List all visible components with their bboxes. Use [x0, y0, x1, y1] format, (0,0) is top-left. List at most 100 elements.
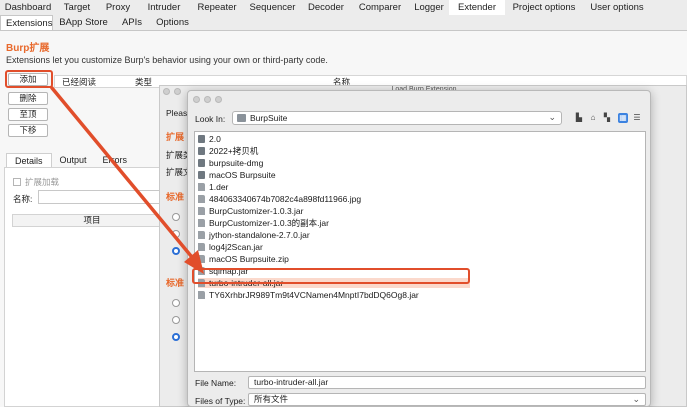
file-name: burpsuite-dmg — [209, 158, 264, 168]
standard-output-heading: 标准 — [166, 192, 185, 202]
name-field[interactable] — [38, 190, 172, 204]
look-in-select[interactable]: BurpSuite ⌄ — [232, 111, 562, 125]
file-icon — [198, 243, 205, 251]
column-type[interactable]: 类型 — [135, 76, 152, 88]
file-list: 2.0 2022+拷贝机 burpsuite-dmg macOS Burpsui… — [194, 131, 646, 372]
file-name: log4j2Scan.jar — [209, 242, 263, 252]
section-description: Extensions let you customize Burp's beha… — [6, 55, 328, 65]
up-folder-icon[interactable]: ▙ — [574, 113, 584, 123]
remove-button[interactable]: 删除 — [8, 92, 48, 105]
file-name: 1.der — [209, 182, 229, 192]
tab-intruder[interactable]: Intruder — [138, 0, 190, 15]
chevron-down-icon: ⌄ — [548, 112, 556, 122]
file-icon — [198, 195, 205, 203]
minimize-icon[interactable] — [204, 96, 211, 103]
list-item[interactable]: macOS Burpsuite — [198, 170, 276, 180]
tab-logger[interactable]: Logger — [409, 0, 449, 15]
file-name-label: File Name: — [195, 378, 237, 388]
tab-output[interactable]: Output — [52, 153, 95, 167]
list-item[interactable]: BurpCustomizer-1.0.3的副本.jar — [198, 218, 329, 228]
file-name: BurpCustomizer-1.0.3.jar — [209, 206, 304, 216]
folder-icon — [198, 171, 205, 179]
please-text: Pleas — [166, 108, 188, 118]
file-name: 2.0 — [209, 134, 221, 144]
error-radio-1[interactable] — [172, 299, 180, 307]
tab-repeater[interactable]: Repeater — [190, 0, 244, 15]
tab-target[interactable]: Target — [56, 0, 98, 15]
list-view-icon[interactable]: ▦ — [618, 113, 628, 123]
subtab-apis[interactable]: APIs — [114, 15, 150, 30]
move-top-button[interactable]: 至顶 — [8, 108, 48, 121]
standard-error-heading: 标准 — [166, 278, 185, 288]
list-item[interactable]: BurpCustomizer-1.0.3.jar — [198, 206, 303, 216]
move-down-button[interactable]: 下移 — [8, 124, 48, 137]
file-name: macOS Burpsuite — [209, 170, 276, 180]
output-radio-3[interactable] — [172, 247, 180, 255]
list-item[interactable]: jython-standalone-2.7.0.jar — [198, 230, 310, 240]
window-minimize-icon[interactable] — [174, 88, 181, 95]
window-close-icon[interactable] — [163, 88, 170, 95]
new-folder-icon[interactable]: ▚ — [602, 113, 612, 123]
list-item[interactable]: 2.0 — [198, 134, 221, 144]
file-name: 484063340674b7082c4a898fd11966.jpg — [209, 194, 362, 204]
section-title: Burp扩展 — [6, 43, 50, 54]
tab-comparer[interactable]: Comparer — [351, 0, 409, 15]
tab-errors[interactable]: Errors — [95, 153, 136, 167]
extension-loaded-label: 扩展加载 — [25, 177, 60, 187]
subtab-bapp-store[interactable]: BApp Store — [53, 15, 114, 30]
extension-details-heading: 扩展 — [166, 132, 185, 142]
files-of-type-select[interactable]: 所有文件 ⌄ — [248, 393, 646, 406]
look-in-label: Look In: — [195, 114, 226, 124]
subtab-extensions[interactable]: Extensions — [0, 15, 53, 30]
details-view-icon[interactable]: ☰ — [632, 113, 642, 123]
error-radio-3[interactable] — [172, 333, 180, 341]
folder-icon — [198, 159, 205, 167]
annotation-highlight-box — [5, 70, 53, 88]
output-radio-2[interactable] — [172, 230, 180, 238]
file-icon — [198, 291, 205, 299]
file-name: jython-standalone-2.7.0.jar — [209, 230, 310, 240]
tab-project-options[interactable]: Project options — [505, 0, 583, 15]
tab-user-options[interactable]: User options — [583, 0, 651, 15]
list-item[interactable]: TY6XrhbrJR989Tm9t4VCNamen4MnptI7bdDQ6Og8… — [198, 290, 419, 300]
column-loaded[interactable]: 已经阅读 — [62, 76, 96, 88]
file-icon — [198, 219, 205, 227]
list-item[interactable]: log4j2Scan.jar — [198, 242, 263, 252]
list-item[interactable]: 484063340674b7082c4a898fd11966.jpg — [198, 194, 361, 204]
output-radio-1[interactable] — [172, 213, 180, 221]
file-icon — [198, 231, 205, 239]
look-in-value: BurpSuite — [250, 113, 288, 123]
folder-icon — [198, 147, 205, 155]
tab-decoder[interactable]: Decoder — [301, 0, 351, 15]
subtab-options[interactable]: Options — [150, 15, 195, 30]
list-item[interactable]: 1.der — [198, 182, 228, 192]
tab-sequencer[interactable]: Sequencer — [244, 0, 301, 15]
tab-dashboard[interactable]: Dashboard — [0, 0, 56, 15]
files-of-type-value: 所有文件 — [254, 394, 289, 404]
close-icon[interactable] — [193, 96, 200, 103]
list-item[interactable]: macOS Burpsuite.zip — [198, 254, 289, 264]
error-radio-2[interactable] — [172, 316, 180, 324]
tab-details[interactable]: Details — [6, 153, 52, 167]
tab-extender[interactable]: Extender — [449, 0, 505, 15]
file-icon — [198, 255, 205, 263]
details-tab-bar: Details Output Errors — [6, 153, 135, 167]
file-chooser-dialog: Look In: BurpSuite ⌄ ▙ ⌂ ▚ ▦ ☰ 2.0 2022+… — [187, 90, 651, 407]
folder-icon — [198, 135, 205, 143]
checkbox-icon — [13, 178, 21, 186]
folder-icon — [237, 114, 246, 122]
file-icon — [198, 207, 205, 215]
name-label: 名称: — [13, 194, 33, 204]
file-name: 2022+拷贝机 — [209, 146, 259, 156]
home-icon[interactable]: ⌂ — [588, 113, 598, 123]
extension-loaded-checkbox[interactable]: 扩展加载 — [13, 176, 59, 188]
list-item[interactable]: burpsuite-dmg — [198, 158, 263, 168]
annotation-highlight-box — [192, 268, 470, 284]
tab-proxy[interactable]: Proxy — [98, 0, 138, 15]
zoom-icon[interactable] — [215, 96, 222, 103]
main-tab-bar: Dashboard Target Proxy Intruder Repeater… — [0, 0, 687, 15]
file-name: macOS Burpsuite.zip — [209, 254, 289, 264]
file-name-input[interactable]: turbo-intruder-all.jar — [248, 376, 646, 389]
file-name: TY6XrhbrJR989Tm9t4VCNamen4MnptI7bdDQ6Og8… — [209, 290, 419, 300]
list-item[interactable]: 2022+拷贝机 — [198, 146, 258, 156]
